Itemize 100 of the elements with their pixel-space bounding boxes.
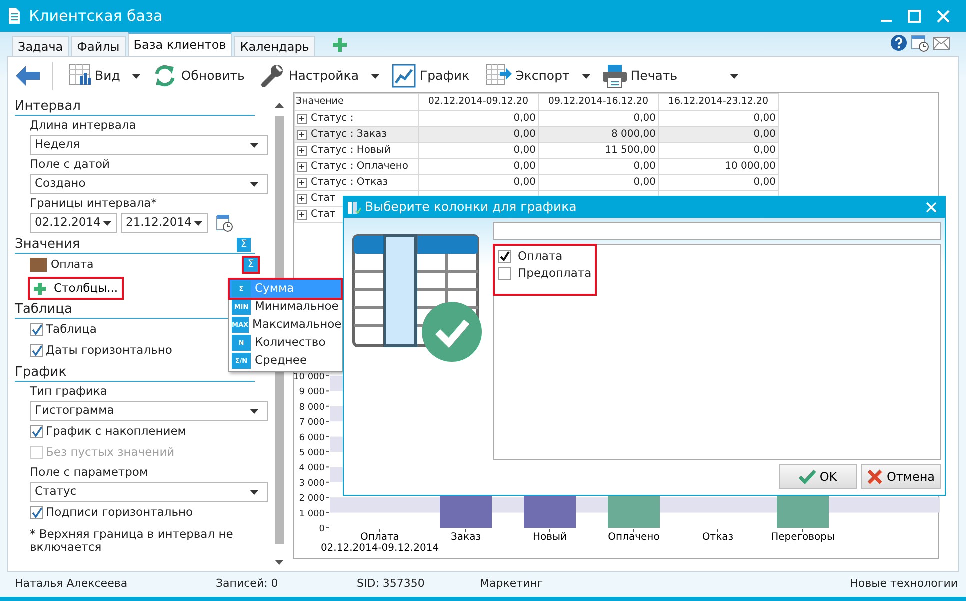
plus-icon <box>34 282 46 294</box>
scroll-up-icon[interactable] <box>274 103 284 108</box>
checkbox[interactable] <box>30 425 43 438</box>
row-label: Статус : Оплачено <box>311 160 409 174</box>
column-header[interactable]: 09.12.2014-16.12.20 <box>538 94 658 110</box>
checkbox[interactable] <box>30 344 43 357</box>
back-arrow-icon[interactable] <box>16 66 40 86</box>
table-cell: 0,00 <box>418 126 538 142</box>
axis-label: 0 <box>319 524 330 534</box>
status-text: SID: 357350 <box>357 576 426 592</box>
axis-label: 2 000 <box>299 494 330 504</box>
table-cell: 0,00 <box>658 174 778 190</box>
mail-icon[interactable] <box>933 36 950 50</box>
scroll-down-icon[interactable] <box>274 560 284 565</box>
dropdown-field[interactable]: Статус <box>30 482 268 502</box>
expand-icon[interactable] <box>297 162 307 172</box>
document-icon <box>8 7 21 25</box>
table-arrow-icon <box>486 64 512 88</box>
field-label: Поле с датой <box>29 156 111 173</box>
tab[interactable]: Файлы <box>71 36 126 56</box>
cancel-button[interactable]: Отмена <box>861 464 941 489</box>
check-icon <box>798 469 816 484</box>
printer-icon <box>602 64 627 88</box>
table-cell: 0,00 <box>538 158 658 174</box>
columns-icon <box>348 202 361 214</box>
status-text: Наталья Алексеева <box>15 576 129 592</box>
dropdown-field[interactable]: Создано <box>30 174 268 194</box>
row-label: Статус : Заказ <box>311 128 387 142</box>
checkbox-label: График с накоплением <box>46 422 186 440</box>
category-label: Оплачено <box>608 532 660 543</box>
toolbar-button[interactable]: Экспорт <box>482 59 574 93</box>
calendar-clock-icon[interactable] <box>216 214 233 232</box>
toolbar-button[interactable]: Вид <box>65 59 124 93</box>
caret-icon <box>250 182 259 186</box>
field-label: Тип графика <box>29 383 108 400</box>
wrench-icon <box>260 64 285 88</box>
caret-icon <box>250 408 259 414</box>
category-label: 02.12.2014-09.12.2014 <box>320 543 440 554</box>
column-header[interactable]: Значение <box>294 94 418 110</box>
expand-icon[interactable] <box>297 210 307 220</box>
table-cell: 10 000,00 <box>658 158 778 174</box>
row-label: Стат <box>311 208 336 222</box>
category-label: Отказ <box>702 532 734 543</box>
checkbox[interactable] <box>30 323 43 336</box>
toolbar-button[interactable]: Печать <box>598 59 682 93</box>
checkbox[interactable] <box>498 250 511 263</box>
dropdown-field[interactable]: Гистограмма <box>30 401 268 421</box>
axis-label: 4 000 <box>299 464 330 474</box>
date-field[interactable]: 02.12.2014 <box>30 213 117 233</box>
category-label: Переговоры <box>771 532 835 543</box>
close-icon[interactable] <box>926 202 937 213</box>
table-check-icon <box>352 234 484 364</box>
checkbox-label: Даты горизонтально <box>46 342 172 359</box>
section-title: Таблица <box>15 302 72 318</box>
checkbox[interactable] <box>30 506 43 519</box>
calendar-clock-icon[interactable] <box>911 34 929 52</box>
caret-icon <box>103 220 112 226</box>
checkbox[interactable] <box>498 267 511 280</box>
field-label: Длина интервала <box>29 117 138 134</box>
column-header[interactable]: 16.12.2014-23.12.20 <box>658 94 778 110</box>
close-icon[interactable] <box>937 10 950 22</box>
checkbox-label: Подписи горизонтально <box>46 504 194 521</box>
axis-label: 1 000 <box>299 509 330 520</box>
checkbox-label: Без пустых значений <box>46 444 175 461</box>
toolbar-button[interactable]: Обновить <box>149 59 249 93</box>
caret-icon <box>194 220 203 226</box>
field-label: Границы интервала* <box>29 195 158 212</box>
table-cell: 0,00 <box>418 174 538 190</box>
tab[interactable]: База клиентов <box>128 32 232 56</box>
table-cell: 0,00 <box>418 158 538 174</box>
dropdown-field[interactable]: Неделя <box>30 135 268 155</box>
toolbar-button[interactable]: График <box>388 59 474 93</box>
expand-icon[interactable] <box>297 194 307 204</box>
axis-label: 7 000 <box>299 418 330 428</box>
field-label: Поле с параметром <box>29 464 150 481</box>
window-title: Клиентская база <box>29 6 163 27</box>
expand-icon[interactable] <box>297 114 307 124</box>
status-text: Маркетинг <box>480 576 544 592</box>
expand-icon[interactable] <box>297 130 307 140</box>
ok-button[interactable]: OK <box>779 464 857 489</box>
axis-label: 3 000 <box>299 478 330 489</box>
date-field[interactable]: 21.12.2014 <box>121 213 208 233</box>
expand-icon[interactable] <box>297 146 307 156</box>
expand-icon[interactable] <box>297 178 307 188</box>
tab[interactable]: Календарь <box>234 36 316 56</box>
toolbar-button[interactable]: Настройка <box>256 59 363 93</box>
checkbox-label: Предоплата <box>518 264 592 282</box>
line-chart-icon <box>392 64 416 88</box>
columns-button[interactable]: Столбцы... <box>30 279 122 298</box>
maximize-icon[interactable] <box>908 10 921 22</box>
table-cell: 0,00 <box>418 142 538 158</box>
caret-icon <box>250 490 259 494</box>
section-title: Интервал <box>15 98 81 114</box>
category-label: Оплата <box>360 532 400 543</box>
column-header[interactable]: 02.12.2014-09.12.20 <box>418 94 538 110</box>
tab[interactable]: Задача <box>12 36 70 56</box>
help-icon[interactable] <box>891 35 907 51</box>
caret-icon <box>250 142 259 148</box>
filter-field[interactable] <box>493 222 941 240</box>
row-label: Стат <box>311 192 336 206</box>
